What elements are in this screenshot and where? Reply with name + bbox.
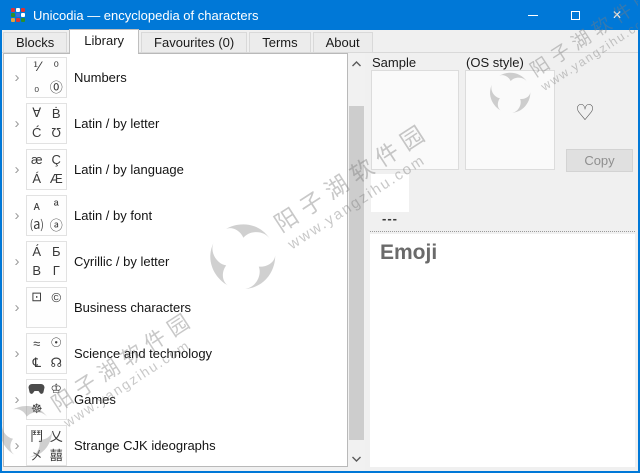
tree-item-label: Cyrillic / by letter [74, 253, 170, 269]
tree-item-label: Numbers [74, 69, 127, 85]
expand-chevron-icon[interactable]: › [4, 392, 26, 407]
dotted-separator [370, 231, 635, 232]
tab-about[interactable]: About [312, 32, 373, 53]
os-style-label: (OS style) [466, 55, 524, 70]
expand-chevron-icon[interactable]: › [4, 208, 26, 223]
title-bar[interactable]: Unicodia — encyclopedia of characters ✕ [2, 0, 638, 30]
tree-item-label: Latin / by font [74, 207, 153, 223]
minimize-icon [528, 14, 538, 16]
category-glyph-box: 鬥乂 㐅囍 [26, 424, 67, 466]
character-code-placeholder: --- [382, 211, 398, 226]
tree-item-strange-cjk[interactable]: › 鬥乂 㐅囍 Strange CJK ideographs [4, 422, 347, 466]
category-glyph-box: ⅟⁰ ₀⓪ [26, 56, 67, 98]
tree-item-label: Latin / by language [74, 161, 184, 177]
sample-preview-box [371, 70, 459, 170]
tree-item-label: Business characters [74, 299, 192, 315]
tree-item-latin-by-font[interactable]: › ᴀª ⒜ ⓐ Latin / by font [4, 192, 347, 238]
detail-panel: Sample (OS style) ♡ Copy --- Emoji [365, 53, 638, 471]
expand-chevron-icon[interactable]: › [4, 254, 26, 269]
category-glyph-box: ≈ ☉ ℄ ☊ [26, 332, 67, 374]
tab-bar: Blocks Library Favourites (0) Terms Abou… [2, 29, 638, 54]
tree-item-label: Strange CJK ideographs [74, 437, 216, 453]
tree-item-business-characters[interactable]: › ⊡ © Business characters [4, 284, 347, 330]
tab-favourites[interactable]: Favourites (0) [141, 32, 248, 53]
scroll-up-icon[interactable] [348, 55, 365, 72]
favourite-button[interactable]: ♡ [569, 97, 601, 129]
expand-chevron-icon[interactable]: › [4, 300, 26, 315]
tree-item-latin-by-language[interactable]: › æÇ ÁÆ Latin / by language [4, 146, 347, 192]
heart-icon: ♡ [575, 100, 595, 125]
sample-label: Sample [372, 55, 417, 70]
expand-chevron-icon[interactable]: › [4, 346, 26, 361]
tree-item-science-technology[interactable]: › ≈ ☉ ℄ ☊ Science and technology [4, 330, 347, 376]
tree-item-numbers[interactable]: › ⅟⁰ ₀⓪ Numbers [4, 54, 347, 100]
app-window: Unicodia — encyclopedia of characters ✕ … [0, 0, 640, 473]
tab-library[interactable]: Library [69, 29, 140, 54]
expand-chevron-icon[interactable]: › [4, 438, 26, 453]
tree-item-cyrillic-by-letter[interactable]: › А́ Б ВГ Cyrillic / by letter [4, 238, 347, 284]
tab-blocks[interactable]: Blocks [3, 32, 68, 53]
category-glyph-box: æÇ ÁÆ [26, 148, 67, 190]
scrollbar-thumb[interactable] [349, 106, 364, 440]
tree-item-label: Games [74, 391, 116, 407]
category-glyph-box: А́ Б ВГ [26, 240, 67, 282]
block-heading: Emoji [380, 241, 438, 264]
gamepad-icon [27, 380, 47, 400]
close-button[interactable]: ✕ [596, 0, 638, 30]
maximize-button[interactable] [554, 0, 596, 30]
window-title: Unicodia — encyclopedia of characters [33, 7, 259, 23]
category-glyph-box: ∀ Ḃ ĆƱ [26, 102, 67, 144]
expand-chevron-icon[interactable]: › [4, 116, 26, 131]
description-panel[interactable]: Emoji [370, 234, 635, 467]
scroll-down-icon[interactable] [348, 450, 365, 467]
category-glyph-box: ⊡ © [26, 286, 67, 328]
tree-item-latin-by-letter[interactable]: › ∀ Ḃ ĆƱ Latin / by letter [4, 100, 347, 146]
category-tree: › ⅟⁰ ₀⓪ Numbers › ∀ Ḃ ĆƱ Latin / by lette… [3, 53, 348, 467]
category-glyph-box: ♔ ☸ [26, 378, 67, 420]
tree-item-games[interactable]: › ♔ ☸ Games [4, 376, 347, 422]
minimize-button[interactable] [512, 0, 554, 30]
tree-item-label: Latin / by letter [74, 115, 160, 131]
maximize-icon [570, 10, 580, 20]
tree-scrollbar[interactable] [348, 53, 365, 471]
expand-chevron-icon[interactable]: › [4, 162, 26, 177]
close-icon: ✕ [611, 8, 623, 22]
app-logo-icon [11, 8, 25, 22]
selected-character-cell[interactable] [371, 174, 409, 212]
copy-button[interactable]: Copy [566, 149, 633, 172]
category-glyph-box: ᴀª ⒜ ⓐ [26, 194, 67, 236]
tree-item-label: Science and technology [74, 345, 213, 361]
tab-terms[interactable]: Terms [249, 32, 311, 53]
os-style-preview-box [465, 70, 555, 170]
expand-chevron-icon[interactable]: › [4, 70, 26, 85]
